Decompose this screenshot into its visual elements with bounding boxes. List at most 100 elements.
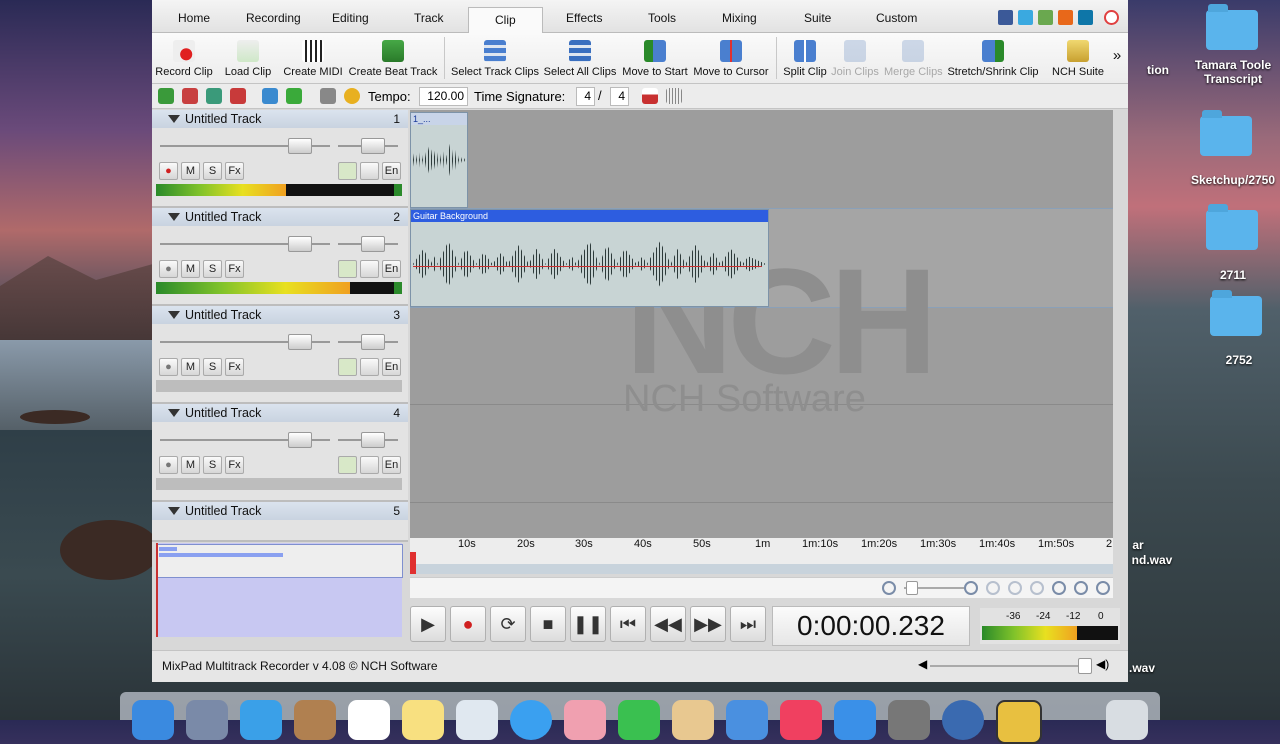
track-effects-icon[interactable]	[338, 162, 357, 180]
folder-icon[interactable]	[1206, 204, 1258, 250]
loop-button[interactable]: ⟳	[490, 606, 526, 642]
maps-icon[interactable]	[510, 700, 552, 740]
mute-button[interactable]: M	[181, 260, 200, 278]
add-track-icon[interactable]	[206, 88, 222, 104]
track-1[interactable]: Untitled Track 1 ● M S Fx En	[152, 110, 408, 208]
record-icon[interactable]	[182, 88, 198, 104]
rewind-button[interactable]: ◀◀	[650, 606, 686, 642]
menu-recording[interactable]: Recording	[246, 11, 301, 25]
menu-home[interactable]: Home	[178, 11, 210, 25]
zoom-vertical-fit-icon[interactable]	[1096, 581, 1110, 595]
solo-button[interactable]: S	[203, 260, 222, 278]
launchpad-icon[interactable]	[186, 700, 228, 740]
undo-icon[interactable]	[158, 88, 174, 104]
record-clip-button[interactable]: Record Clip	[154, 33, 214, 83]
zoom-vertical-out-icon[interactable]	[1074, 581, 1088, 595]
contacts-icon[interactable]	[294, 700, 336, 740]
menu-effects[interactable]: Effects	[566, 11, 602, 25]
envelope-button[interactable]: En	[382, 260, 401, 278]
menu-mixing[interactable]: Mixing	[722, 11, 757, 25]
create-midi-button[interactable]: Create MIDI	[282, 33, 344, 83]
join-clips-button[interactable]: Join Clips	[830, 33, 880, 83]
track-2[interactable]: Untitled Track 2 ● M S Fx En	[152, 208, 408, 306]
playhead-marker[interactable]	[410, 552, 416, 574]
master-volume-slider[interactable]	[930, 665, 1090, 667]
solo-button[interactable]: S	[203, 358, 222, 376]
notes-icon[interactable]	[402, 700, 444, 740]
overview-viewport[interactable]	[157, 544, 403, 578]
fx-button[interactable]: Fx	[225, 162, 244, 180]
safari-icon[interactable]	[240, 700, 282, 740]
time-signature-numerator[interactable]: 4	[576, 87, 595, 106]
calendar-icon[interactable]	[348, 700, 390, 740]
menu-editing[interactable]: Editing	[332, 11, 369, 25]
zoom-reset-icon[interactable]	[1030, 581, 1044, 595]
select-track-clips-button[interactable]: Select Track Clips	[450, 33, 540, 83]
track-5[interactable]: Untitled Track 5	[152, 502, 408, 542]
solo-button[interactable]: S	[203, 456, 222, 474]
track-effects-icon[interactable]	[338, 260, 357, 278]
menu-suite[interactable]: Suite	[804, 11, 831, 25]
blogger-icon[interactable]	[1058, 10, 1073, 25]
volume-envelope-line[interactable]	[413, 266, 762, 267]
split-clip-button[interactable]: Split Clip	[782, 33, 828, 83]
play-button[interactable]: ▶	[410, 606, 446, 642]
collapse-triangle-icon[interactable]	[168, 213, 180, 221]
envelope-button[interactable]: En	[382, 358, 401, 376]
track-name[interactable]: Untitled Track	[185, 112, 261, 126]
volume-slider-knob[interactable]	[288, 236, 312, 252]
select-all-clips-button[interactable]: Select All Clips	[542, 33, 618, 83]
reminders-icon[interactable]	[456, 700, 498, 740]
track-4[interactable]: Untitled Track 4 ● M S Fx En	[152, 404, 408, 502]
record-arm-button[interactable]: ●	[159, 162, 178, 180]
time-signature-denominator[interactable]: 4	[610, 87, 629, 106]
pan-slider-knob[interactable]	[361, 236, 385, 252]
wrench-icon[interactable]	[360, 260, 379, 278]
linkedin-icon[interactable]	[1078, 10, 1093, 25]
track-name[interactable]: Untitled Track	[185, 308, 261, 322]
volume-slider-knob[interactable]	[288, 334, 312, 350]
twitter-icon[interactable]	[1018, 10, 1033, 25]
grid-icon[interactable]	[666, 88, 682, 104]
fx-button[interactable]: Fx	[225, 358, 244, 376]
create-beat-track-button[interactable]: Create Beat Track	[348, 33, 438, 83]
collapse-triangle-icon[interactable]	[168, 115, 180, 123]
app-store-icon[interactable]	[834, 700, 876, 740]
envelope-button[interactable]: En	[382, 456, 401, 474]
zoom-in-icon[interactable]	[964, 581, 978, 595]
itunes-icon[interactable]	[780, 700, 822, 740]
desktop-item-label[interactable]: 2711	[1173, 268, 1280, 282]
photos-icon[interactable]	[564, 700, 606, 740]
clip-header[interactable]: Guitar Background	[411, 210, 768, 222]
fx-button[interactable]: Fx	[225, 260, 244, 278]
menu-tools[interactable]: Tools	[648, 11, 676, 25]
help-icon[interactable]	[1104, 10, 1119, 25]
pan-slider-knob[interactable]	[361, 334, 385, 350]
keynote-icon[interactable]	[726, 700, 768, 740]
merge-clips-button[interactable]: Merge Clips	[884, 33, 943, 83]
mute-button[interactable]: M	[181, 358, 200, 376]
volume-slider-knob[interactable]	[288, 432, 312, 448]
desktop-item-label[interactable]: Sketchup/2750	[1173, 173, 1280, 187]
menu-custom[interactable]: Custom	[876, 11, 917, 25]
zoom-vertical-in-icon[interactable]	[1052, 581, 1066, 595]
tempo-icon[interactable]	[344, 88, 360, 104]
pages-icon[interactable]	[672, 700, 714, 740]
snap-icon[interactable]	[642, 88, 658, 104]
audio-clip[interactable]: 1_...	[410, 112, 468, 208]
audio-clip[interactable]: Guitar Background	[410, 209, 769, 307]
fx-button[interactable]: Fx	[225, 456, 244, 474]
collapse-triangle-icon[interactable]	[168, 507, 180, 515]
nch-suite-button[interactable]: NCH Suite	[1048, 33, 1108, 83]
track-effects-icon[interactable]	[338, 358, 357, 376]
zoom-out-icon[interactable]	[882, 581, 896, 595]
zoom-slider-knob[interactable]	[906, 581, 918, 595]
time-ruler[interactable]: 10s 20s 30s 40s 50s 1m 1m:10s 1m:20s 1m:…	[410, 538, 1113, 574]
toolbar-overflow-button[interactable]: »	[1110, 47, 1124, 67]
delete-track-icon[interactable]	[230, 88, 246, 104]
import-icon[interactable]	[262, 88, 278, 104]
go-to-start-button[interactable]: ⏮	[610, 606, 646, 642]
wrench-icon[interactable]	[360, 162, 379, 180]
folder-icon[interactable]	[1210, 290, 1262, 336]
track-3[interactable]: Untitled Track 3 ● M S Fx En	[152, 306, 408, 404]
